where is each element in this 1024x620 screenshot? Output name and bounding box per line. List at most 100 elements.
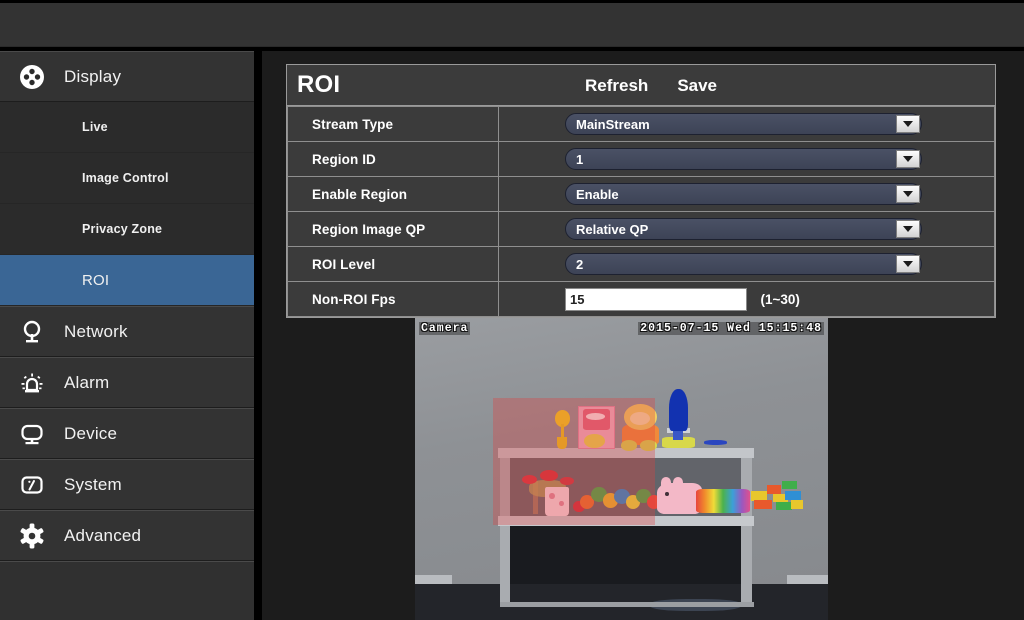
sidebar-subitem-label: Privacy Zone xyxy=(82,222,163,236)
video-scene xyxy=(415,318,828,620)
table-row: Region Image QP Relative QP xyxy=(287,211,995,247)
table-row: Non-ROI Fps 15 (1~30) xyxy=(287,281,995,317)
save-button[interactable]: Save xyxy=(677,76,717,96)
row-label-roi-level: ROI Level xyxy=(287,246,499,282)
row-label-stream-type: Stream Type xyxy=(287,106,499,142)
chevron-down-icon[interactable] xyxy=(896,150,920,168)
toy-blue-stick xyxy=(704,440,727,446)
block xyxy=(784,490,802,500)
roi-settings-panel: ROI Refresh Save Stream Type MainStream xyxy=(286,64,996,318)
region-image-qp-value: Relative QP xyxy=(576,221,649,237)
top-bar xyxy=(0,3,1024,47)
block xyxy=(753,499,773,510)
shelf-leg-left xyxy=(499,447,511,605)
sidebar-item-system[interactable]: System xyxy=(0,459,254,510)
osd-timestamp: 2015-07-15 Wed 15:15:48 xyxy=(638,322,824,335)
panel-actions: Refresh Save xyxy=(585,65,717,106)
device-icon xyxy=(0,419,64,449)
video-preview[interactable]: Camera 2015-07-15 Wed 15:15:48 xyxy=(415,318,828,620)
vase-dot-2 xyxy=(558,500,564,507)
roi-level-select[interactable]: 2 xyxy=(565,253,922,275)
block xyxy=(781,480,797,490)
toy-flower-vase xyxy=(545,487,570,516)
shelf-leg-right xyxy=(741,447,752,605)
sidebar-item-device[interactable]: Device xyxy=(0,408,254,459)
non-roi-fps-input[interactable]: 15 xyxy=(565,287,747,311)
chevron-down-icon[interactable] xyxy=(896,115,920,133)
row-label-non-roi-fps: Non-ROI Fps xyxy=(287,281,499,317)
sidebar-item-display[interactable]: Display xyxy=(0,51,254,102)
toy-pig-eye xyxy=(664,491,669,497)
sidebar-item-label: System xyxy=(64,474,122,494)
sidebar-subitem-label: Image Control xyxy=(82,171,169,185)
non-roi-fps-range-hint: (1~30) xyxy=(760,291,800,307)
panel-header: ROI Refresh Save xyxy=(287,65,995,106)
vase-dot-1 xyxy=(549,493,555,500)
sidebar-item-label: Device xyxy=(64,423,118,443)
system-icon xyxy=(0,470,64,500)
row-value-enable-region: Enable xyxy=(498,176,995,212)
gear-icon xyxy=(0,521,64,551)
row-value-region-image-qp: Relative QP xyxy=(498,211,995,247)
sidebar-group-display: Display Live Image Control Privacy Zone … xyxy=(0,51,254,306)
region-image-qp-select[interactable]: Relative QP xyxy=(565,218,922,240)
block xyxy=(776,501,793,510)
chevron-down-icon[interactable] xyxy=(896,220,920,238)
shelf-middle-surface xyxy=(497,515,754,527)
sidebar-item-network[interactable]: Network xyxy=(0,306,254,357)
refresh-button[interactable]: Refresh xyxy=(585,76,648,96)
region-id-select[interactable]: 1 xyxy=(565,148,922,170)
sidebar-item-label: Advanced xyxy=(64,525,142,545)
main-content: ROI Refresh Save Stream Type MainStream xyxy=(262,51,1024,620)
chevron-down-icon[interactable] xyxy=(896,255,920,273)
video-osd: Camera 2015-07-15 Wed 15:15:48 xyxy=(415,322,828,337)
sidebar-item-privacy-zone[interactable]: Privacy Zone xyxy=(0,204,254,255)
network-icon xyxy=(0,317,64,347)
table-row: Stream Type MainStream xyxy=(287,106,995,142)
stream-type-select[interactable]: MainStream xyxy=(565,113,922,135)
toy-doll-foot-left xyxy=(620,440,638,451)
sidebar-item-alarm[interactable]: Alarm xyxy=(0,357,254,408)
roi-level-value: 2 xyxy=(576,256,584,272)
row-value-region-id: 1 xyxy=(498,141,995,177)
roi-form-table: Stream Type MainStream Region ID 1 Enabl… xyxy=(287,106,995,317)
toy-blue-plush xyxy=(668,388,688,432)
row-label-region-id: Region ID xyxy=(287,141,499,177)
enable-region-select[interactable]: Enable xyxy=(565,183,922,205)
display-icon xyxy=(0,62,64,92)
alarm-icon xyxy=(0,368,64,398)
toy-rainbow-caterpillar xyxy=(695,488,750,513)
sidebar-subitem-label: Live xyxy=(82,120,108,134)
sidebar-item-image-control[interactable]: Image Control xyxy=(0,153,254,204)
shelf-foot-rail xyxy=(499,601,754,607)
sidebar-item-label: Network xyxy=(64,321,128,341)
enable-region-value: Enable xyxy=(576,186,619,202)
sidebar: Display Live Image Control Privacy Zone … xyxy=(0,51,254,620)
sidebar-item-live[interactable]: Live xyxy=(0,102,254,153)
sidebar-item-label: Display xyxy=(64,66,122,86)
row-label-enable-region: Enable Region xyxy=(287,176,499,212)
toy-building-blocks xyxy=(750,478,804,511)
shelf-under-shadow xyxy=(501,526,750,584)
sidebar-item-advanced[interactable]: Advanced xyxy=(0,510,254,561)
row-value-non-roi-fps: 15 (1~30) xyxy=(498,281,995,317)
camera-web-ui: Display Live Image Control Privacy Zone … xyxy=(0,0,1024,620)
flower-red-3 xyxy=(559,476,574,486)
table-row: ROI Level 2 xyxy=(287,246,995,282)
page-title: ROI xyxy=(297,71,341,98)
toy-pink-box-badge xyxy=(584,434,605,448)
sidebar-item-label: Alarm xyxy=(64,372,110,392)
scene-baseboard-right xyxy=(786,574,828,584)
table-row: Enable Region Enable xyxy=(287,176,995,212)
row-label-region-image-qp: Region Image QP xyxy=(287,211,499,247)
chevron-down-icon[interactable] xyxy=(896,185,920,203)
row-value-stream-type: MainStream xyxy=(498,106,995,142)
block xyxy=(766,485,781,494)
sidebar-filler xyxy=(0,561,254,620)
osd-camera-name: Camera xyxy=(419,322,471,335)
region-id-value: 1 xyxy=(576,151,584,167)
row-value-roi-level: 2 xyxy=(498,246,995,282)
sidebar-subitem-label: ROI xyxy=(82,271,110,289)
scene-baseboard-left xyxy=(415,574,453,584)
sidebar-item-roi[interactable]: ROI xyxy=(0,255,254,306)
